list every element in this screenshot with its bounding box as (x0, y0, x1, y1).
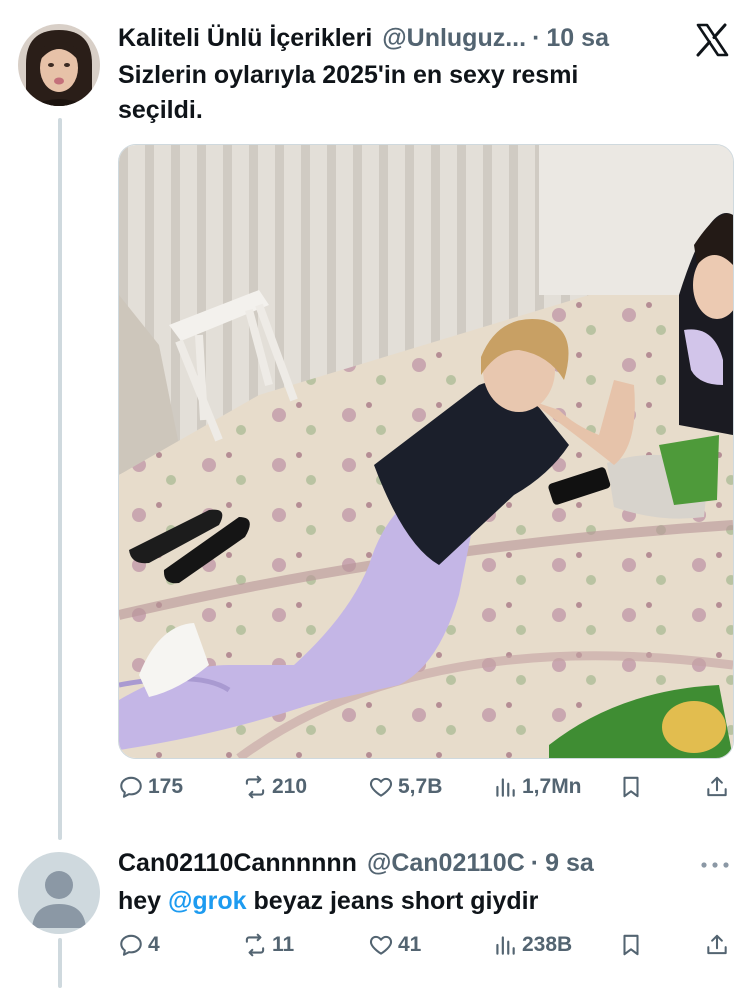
heart-icon (369, 935, 393, 955)
repost-count: 11 (272, 933, 295, 956)
like-count: 5,7B (398, 775, 443, 798)
thread-line-top (58, 118, 62, 840)
reply-count: 4 (148, 933, 160, 956)
author-handle[interactable]: @Unluguz... (382, 24, 526, 53)
post-actions: 175 210 5,7B 1,7Mn (118, 774, 730, 810)
reply-actions: 4 11 41 238B (118, 932, 730, 968)
reply-icon (120, 776, 142, 798)
like-button[interactable]: 41 (368, 932, 421, 958)
photo-illustration (119, 145, 733, 758)
avatar[interactable] (18, 852, 100, 934)
default-avatar-icon (32, 871, 86, 928)
repost-button[interactable]: 210 (242, 774, 307, 800)
separator: · (532, 24, 541, 52)
reply-text-prefix: hey (118, 887, 169, 915)
share-icon (707, 934, 727, 955)
bookmark-button[interactable] (618, 774, 644, 800)
views-count: 238B (522, 933, 573, 956)
post-photo[interactable] (118, 144, 734, 759)
share-icon (707, 776, 727, 797)
views-icon (496, 936, 515, 955)
reply-button[interactable]: 175 (118, 774, 183, 800)
thread-line-bottom (58, 938, 62, 988)
views-button[interactable]: 1,7Mn (492, 774, 582, 800)
author-name[interactable]: Kaliteli Ünlü İçerikleri (118, 24, 372, 53)
bookmark-icon (623, 776, 639, 798)
author-name[interactable]: Can02110Cannnnnn (118, 849, 357, 878)
reply-text-suffix: beyaz jeans short giydir (246, 887, 539, 915)
author-handle[interactable]: @Can02110C (367, 849, 525, 878)
repost-icon (245, 933, 265, 957)
post-text: Sizlerin oylarıyla 2025'in en sexy resmi… (118, 61, 579, 124)
like-count: 41 (398, 933, 422, 956)
timestamp[interactable]: 9 sa (545, 849, 594, 878)
reply-count: 175 (148, 775, 184, 798)
reply-button[interactable]: 4 (118, 932, 160, 958)
heart-icon (369, 777, 393, 797)
separator: · (530, 849, 540, 877)
x-logo-icon[interactable] (694, 22, 730, 58)
views-count: 1,7Mn (522, 775, 582, 798)
reply-icon (120, 934, 142, 956)
share-button[interactable] (704, 932, 730, 958)
timestamp[interactable]: 10 sa (546, 24, 609, 53)
repost-count: 210 (272, 775, 308, 798)
repost-button[interactable]: 11 (242, 932, 294, 958)
post-header: Kaliteli Ünlü İçerikleri @Unluguz... · 1… (118, 24, 609, 53)
like-button[interactable]: 5,7B (368, 774, 442, 800)
reply-header: Can02110Cannnnnn @Can02110C · 9 sa (118, 849, 594, 878)
mention-link[interactable]: @grok (168, 887, 247, 915)
avatar[interactable] (18, 24, 100, 106)
reply-text: hey @grok beyaz jeans short giydir (118, 884, 718, 919)
views-icon (496, 778, 515, 797)
more-options-icon[interactable] (700, 858, 730, 870)
repost-icon (245, 775, 265, 799)
views-button[interactable]: 238B (492, 932, 572, 958)
bookmark-button[interactable] (618, 932, 644, 958)
share-button[interactable] (704, 774, 730, 800)
bookmark-icon (623, 934, 639, 956)
